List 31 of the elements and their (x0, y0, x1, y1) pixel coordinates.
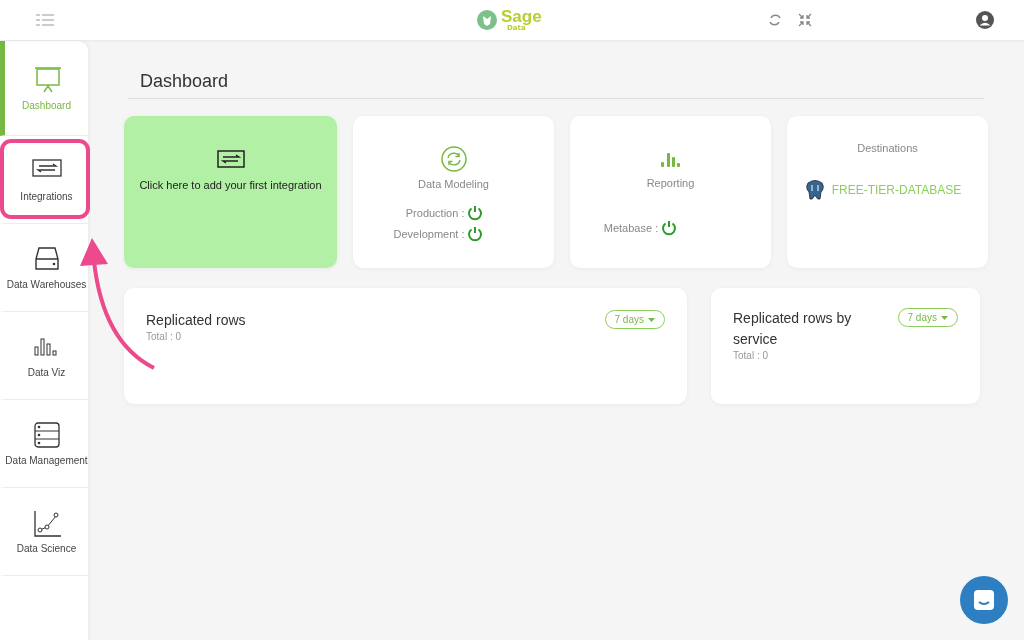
sync-circle-icon (440, 146, 467, 172)
power-icon[interactable] (661, 219, 678, 237)
sidebar-item[interactable]: Data Science (0, 488, 88, 576)
sidebar-item[interactable]: Data Management (0, 400, 88, 488)
card-title: Data Modeling (418, 178, 489, 190)
exchange-arrows-icon (216, 150, 245, 168)
sidebar-item[interactable]: Data Warehouses (0, 224, 88, 312)
sidebar-item[interactable]: Data Viz (0, 312, 88, 400)
status-label: Development : (393, 228, 465, 240)
caret-icon (941, 315, 948, 320)
collapse-icon[interactable] (798, 13, 812, 27)
refresh-icon[interactable] (768, 13, 782, 27)
power-icon[interactable] (467, 225, 484, 243)
logo-icon (477, 10, 497, 30)
card-title: Destinations (857, 142, 918, 154)
panel-title: Replicated rows by service (733, 309, 853, 349)
chat-button[interactable] (960, 576, 1008, 624)
panel-title: Replicated rows (146, 311, 246, 330)
user-avatar-icon[interactable] (976, 11, 994, 29)
total-count: Total : 0 (146, 331, 183, 342)
chat-bubble-icon (971, 587, 997, 613)
bar-chart-icon (659, 152, 682, 168)
add-integration-card[interactable]: Click here to add your first integration (124, 116, 337, 268)
page-title: Dashboard (128, 71, 984, 99)
status-label: Metabase : (603, 222, 659, 234)
card-title: Reporting (646, 177, 695, 189)
power-icon[interactable] (467, 204, 484, 222)
status-label: Production : (405, 207, 465, 219)
logo-text: Sage (501, 8, 542, 25)
caret-icon (648, 317, 655, 322)
total-count: Total : 0 (733, 350, 770, 361)
